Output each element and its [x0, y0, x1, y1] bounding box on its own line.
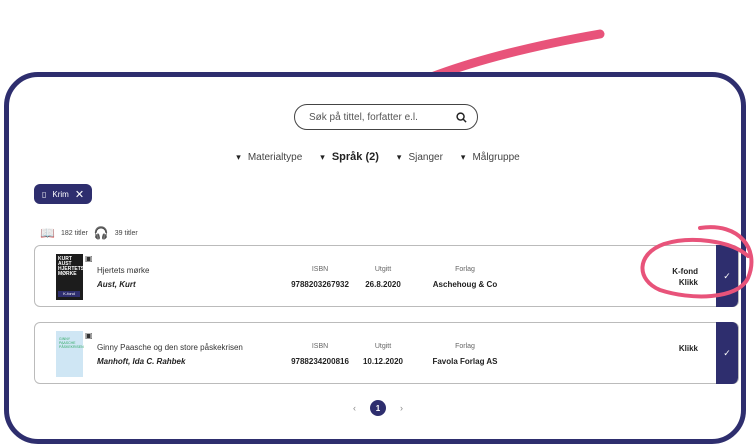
- select-button[interactable]: ✓: [716, 322, 738, 384]
- active-filter-chip[interactable]: ▯ Krim ✕: [34, 184, 93, 204]
- filter-sjanger[interactable]: ▾ Sjanger: [397, 151, 443, 163]
- date-label: Utgitt: [374, 266, 392, 273]
- book-icon: ▯: [42, 189, 47, 199]
- date-column: Utgitt 26.8.2020: [358, 266, 408, 289]
- date-column: Utgitt 10.12.2020: [358, 343, 408, 366]
- pagination: ‹ 1 ›: [0, 400, 756, 416]
- book-author: Manhoft, Ida C. Rahbek: [97, 357, 186, 366]
- result-card[interactable]: GINNY PAASCHE PÅSKEKRISEN ▣ Ginny Paasch…: [34, 322, 739, 384]
- filter-label: Materialtype: [247, 151, 303, 163]
- search-box[interactable]: Søk på tittel, forfatter e.l.: [294, 104, 478, 130]
- tag-klikk: Klikk: [678, 278, 698, 287]
- tags: Klikk: [679, 343, 698, 354]
- next-page-button[interactable]: ›: [400, 403, 403, 413]
- headphones-icon: 🎧: [93, 226, 109, 240]
- book-count: 182 titler: [60, 229, 88, 237]
- book-icon: ▣: [85, 254, 93, 263]
- publisher-value: Favola Forlag AS: [432, 357, 498, 366]
- book-cover[interactable]: KURT AUST HJERTETS MØRKE K-fond: [56, 254, 85, 300]
- result-counts: 📖 182 titler 🎧 39 titler: [40, 226, 138, 240]
- date-value: 10.12.2020: [362, 357, 404, 366]
- chevron-down-icon: ▾: [236, 151, 241, 162]
- publisher-label: Forlag: [455, 266, 475, 273]
- cover-text: KURT AUST HJERTETS MØRKE: [58, 256, 85, 277]
- search-icon[interactable]: [456, 111, 467, 123]
- audio-count: 39 titler: [114, 229, 138, 237]
- isbn-value: 9788234200816: [291, 357, 349, 366]
- isbn-label: ISBN: [311, 266, 329, 273]
- publisher-column: Forlag Aschehoug & Co: [425, 266, 505, 289]
- chevron-down-icon: ▾: [460, 151, 466, 162]
- page-button-current[interactable]: 1: [370, 400, 386, 416]
- check-icon: ✓: [723, 347, 731, 358]
- chevron-down-icon: ▾: [320, 151, 325, 162]
- publisher-column: Forlag Favola Forlag AS: [425, 343, 505, 366]
- filter-label: Språk (2): [331, 151, 379, 163]
- publisher-label: Forlag: [455, 343, 475, 350]
- chevron-down-icon: ▾: [396, 151, 402, 162]
- chip-label: Krim: [52, 189, 69, 199]
- tags: K-fond Klikk: [672, 266, 698, 288]
- isbn-value: 9788203267932: [291, 280, 349, 289]
- select-button[interactable]: ✓: [716, 245, 738, 307]
- date-label: Utgitt: [374, 343, 392, 350]
- cover-badge: K-fond: [58, 291, 80, 297]
- isbn-column: ISBN 9788234200816: [285, 343, 355, 366]
- filter-label: Målgruppe: [472, 151, 520, 163]
- search-input[interactable]: Søk på tittel, forfatter e.l.: [309, 112, 456, 123]
- book-icon: ▣: [85, 331, 93, 340]
- close-icon[interactable]: ✕: [75, 188, 84, 201]
- result-card[interactable]: KURT AUST HJERTETS MØRKE K-fond ▣ Hjerte…: [34, 245, 739, 307]
- book-cover[interactable]: GINNY PAASCHE PÅSKEKRISEN: [56, 331, 84, 377]
- book-author: Aust, Kurt: [97, 280, 136, 289]
- date-value: 26.8.2020: [365, 280, 401, 289]
- book-title[interactable]: Hjertets mørke: [97, 266, 149, 275]
- tag-kfond: K-fond: [672, 267, 698, 276]
- publisher-value: Aschehoug & Co: [432, 280, 498, 289]
- filter-bar: ▾ Materialtype ▾ Språk (2) ▾ Sjanger ▾ M…: [0, 151, 756, 163]
- filter-sprak[interactable]: ▾ Språk (2): [320, 151, 379, 163]
- tag-klikk: Klikk: [678, 344, 698, 353]
- isbn-column: ISBN 9788203267932: [285, 266, 355, 289]
- book-icon: 📖: [40, 226, 55, 240]
- check-icon: ✓: [723, 270, 731, 281]
- cover-text: GINNY PAASCHE PÅSKEKRISEN: [59, 337, 84, 349]
- filter-materialtype[interactable]: ▾ Materialtype: [236, 151, 302, 163]
- filter-label: Sjanger: [408, 151, 443, 163]
- book-title[interactable]: Ginny Paasche og den store påskekrisen: [97, 343, 243, 352]
- prev-page-button[interactable]: ‹: [353, 403, 356, 413]
- isbn-label: ISBN: [311, 343, 329, 350]
- filter-malgruppe[interactable]: ▾ Målgruppe: [461, 151, 520, 163]
